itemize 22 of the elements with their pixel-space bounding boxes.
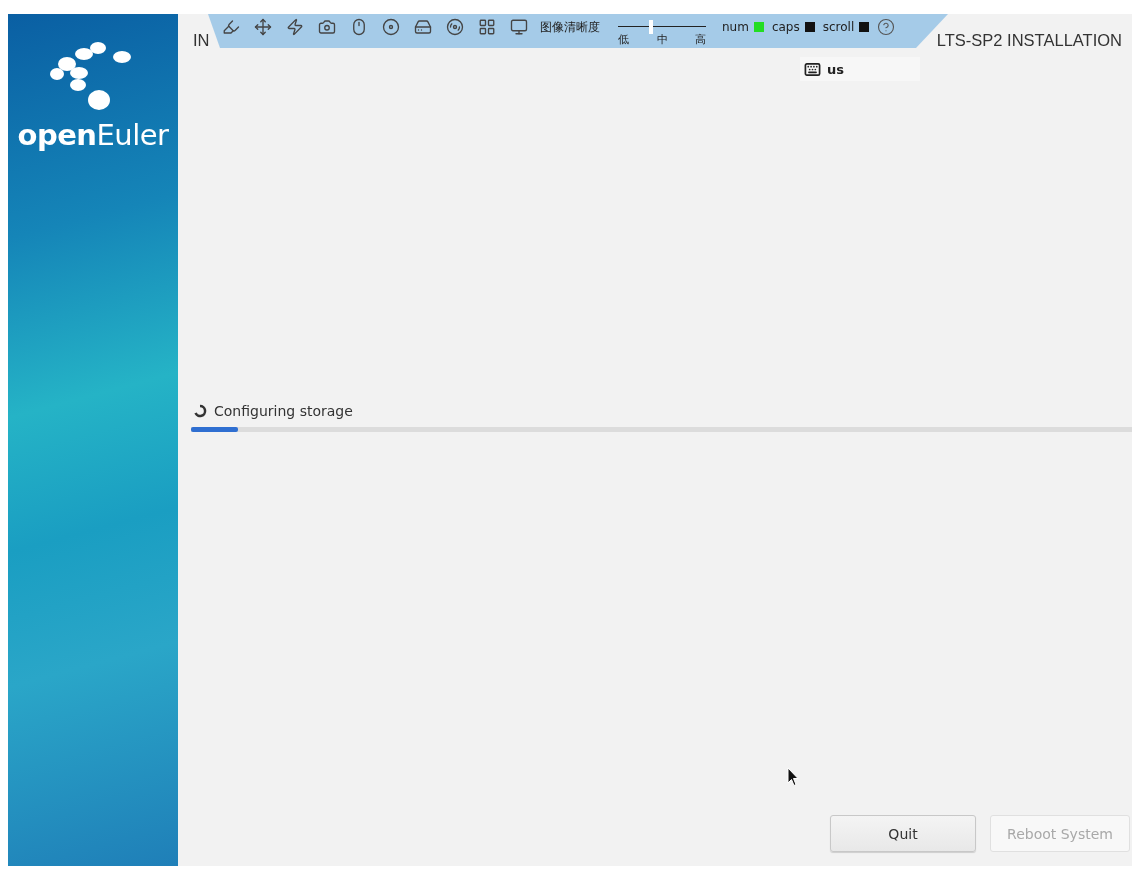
quality-slider[interactable] <box>618 20 706 34</box>
header-title: LTS-SP2 INSTALLATION <box>936 30 1122 51</box>
disc-icon[interactable] <box>444 16 466 38</box>
slider-tick-label: 中 <box>656 34 668 46</box>
lock-key-label: caps <box>771 20 800 34</box>
quality-label: 图像清晰度 <box>540 19 600 36</box>
keyboard-layout-indicator[interactable]: us <box>800 57 920 81</box>
keyboard-icon <box>804 60 821 78</box>
quit-button[interactable]: Quit <box>830 815 976 852</box>
disc-drive-icon[interactable] <box>380 16 402 38</box>
move-icon[interactable] <box>252 16 274 38</box>
header-title: IN <box>193 30 210 51</box>
slider-tick-label: 低 <box>618 34 629 46</box>
mouse-cursor-icon <box>787 767 799 787</box>
slider-tick-label: 高 <box>695 34 706 46</box>
slider-thumb[interactable] <box>649 20 654 34</box>
spinner-icon <box>193 403 207 418</box>
help-icon[interactable] <box>877 18 896 36</box>
lock-key-label: num <box>722 20 749 34</box>
lock-key-label: scroll <box>822 20 855 34</box>
status-text: Configuring storage <box>214 402 353 419</box>
logo-text: openEuler <box>17 118 169 152</box>
